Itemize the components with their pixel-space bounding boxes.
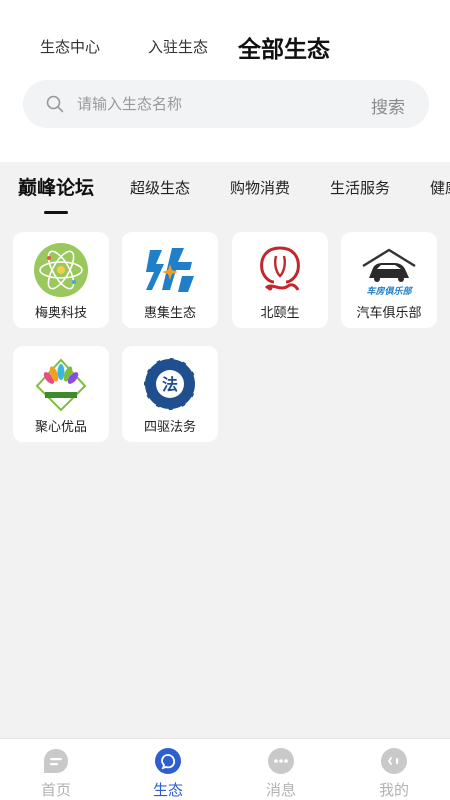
tab-join-ecosystem[interactable]: 入驻生态 xyxy=(148,36,208,57)
category-tab-health[interactable]: 健康 xyxy=(430,177,450,198)
nav-label: 首页 xyxy=(40,781,71,799)
ecosystem-card-car-club[interactable]: 车房俱乐部 汽车俱乐部 xyxy=(341,232,437,328)
search-input[interactable] xyxy=(77,93,347,115)
atom-logo xyxy=(34,243,88,297)
ecosystem-icon xyxy=(155,748,181,774)
category-tabs: 巅峰论坛 超级生态 购物消费 生活服务 健康 xyxy=(0,162,450,218)
search-icon xyxy=(46,95,64,113)
ecosystem-name: 汽车俱乐部 xyxy=(356,306,422,321)
category-tab-life-services[interactable]: 生活服务 xyxy=(330,177,390,198)
ecosystem-name: 北颐生 xyxy=(260,306,300,321)
nav-label: 我的 xyxy=(378,781,409,799)
tab-ecosystem-center[interactable]: 生态中心 xyxy=(40,36,100,57)
fa-logo-text: 法 xyxy=(162,375,178,394)
search-button[interactable]: 搜索 xyxy=(371,93,405,118)
car-club-logo: 车房俱乐部 xyxy=(362,248,416,297)
ecosystem-name: 惠集生态 xyxy=(143,306,196,321)
beiyisheng-logo xyxy=(260,246,300,291)
ecosystem-card-siqu-legal[interactable]: 法 四驱法务 xyxy=(122,346,218,442)
nav-item-messages[interactable]: 消息 xyxy=(225,739,337,800)
tab-all-ecosystems[interactable]: 全部生态 xyxy=(238,30,330,64)
ecosystem-name: 四驱法务 xyxy=(143,420,196,435)
ecosystem-card-juxin[interactable]: 聚心优品 xyxy=(13,346,109,442)
header: 生态中心 入驻生态 全部生态 搜索 xyxy=(0,0,450,162)
category-tab-super-ecosystem[interactable]: 超级生态 xyxy=(130,177,190,198)
ecosystem-name: 聚心优品 xyxy=(34,420,87,435)
message-icon xyxy=(268,748,294,774)
ecosystem-card-beiyisheng[interactable]: 北颐生 xyxy=(232,232,328,328)
home-icon xyxy=(44,749,68,773)
ecosystem-card-huiji[interactable]: 惠集生态 xyxy=(122,232,218,328)
ecosystem-card-meiao[interactable]: 梅奥科技 xyxy=(13,232,109,328)
category-tab-summit-forum[interactable]: 巅峰论坛 xyxy=(18,173,94,200)
ecosystem-name: 梅奥科技 xyxy=(34,306,87,321)
nav-label: 消息 xyxy=(265,781,296,799)
nav-item-ecosystem[interactable]: 生态 xyxy=(112,739,224,800)
hj-logo xyxy=(146,248,194,292)
peacock-logo xyxy=(35,358,87,412)
car-logo-text: 车房俱乐部 xyxy=(366,286,413,297)
top-tabs: 生态中心 入驻生态 全部生态 xyxy=(0,28,450,68)
bottom-nav: 首页 生态 消息 我的 xyxy=(0,738,450,800)
profile-icon xyxy=(381,748,407,774)
search-bar: 搜索 xyxy=(23,80,429,128)
category-tab-shopping[interactable]: 购物消费 xyxy=(230,177,290,198)
fa-logo: 法 xyxy=(143,357,197,411)
active-category-indicator xyxy=(44,211,68,214)
nav-item-home[interactable]: 首页 xyxy=(0,739,112,800)
nav-label: 生态 xyxy=(152,781,183,799)
nav-item-profile[interactable]: 我的 xyxy=(338,739,450,800)
